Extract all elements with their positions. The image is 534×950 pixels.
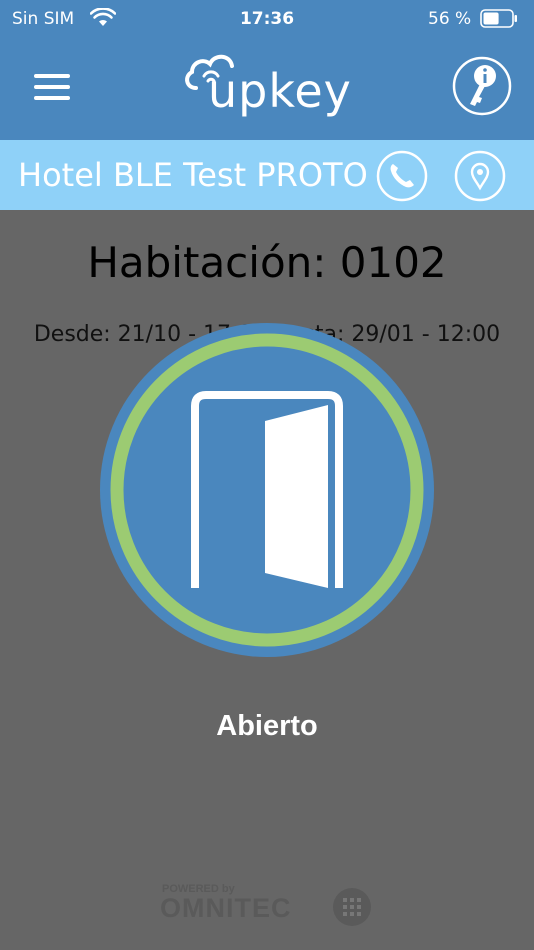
door-open-button[interactable] — [100, 323, 434, 657]
open-door-icon — [265, 405, 328, 588]
omnitec-logo: POWERED by OMNITEC — [160, 883, 371, 926]
app-logo-text: upkey — [208, 64, 352, 118]
door-status-label: Abierto — [216, 710, 318, 742]
status-bar: Sin SIM 17:36 56 % — [0, 0, 534, 38]
menu-button[interactable] — [30, 70, 74, 104]
battery-icon — [480, 9, 517, 28]
phone-icon[interactable] — [376, 150, 428, 202]
brand-text: OMNITEC — [160, 893, 292, 923]
menu-icon-line — [34, 96, 70, 100]
room-title: Habitación: 0102 — [87, 238, 447, 287]
battery-percent: 56 % — [428, 9, 472, 29]
location-pin-icon[interactable] — [454, 150, 506, 202]
menu-icon-line — [34, 85, 70, 89]
key-info-icon[interactable] — [452, 56, 512, 116]
menu-icon — [34, 74, 70, 78]
hotel-name: Hotel BLE Test PROTO — [18, 156, 368, 194]
